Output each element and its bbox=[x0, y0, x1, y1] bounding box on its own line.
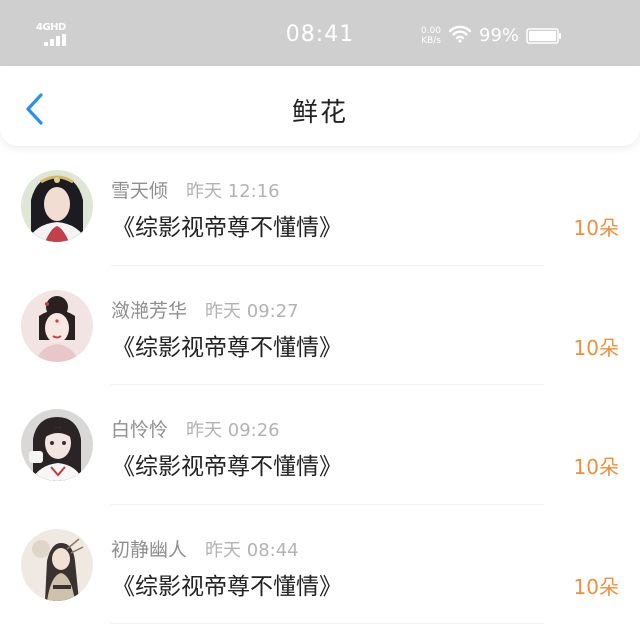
username[interactable]: 初静幽人 bbox=[111, 539, 187, 561]
post-time: 昨天 08:44 bbox=[205, 539, 299, 561]
list-item[interactable]: 雪天倾 昨天 12:16 《综影视帝尊不懂情》 10朵 bbox=[0, 146, 640, 266]
post-time: 昨天 12:16 bbox=[186, 181, 280, 202]
book-title[interactable]: 《综影视帝尊不懂情》 bbox=[112, 567, 342, 601]
avatar[interactable] bbox=[21, 289, 93, 362]
page-title: 鲜花 bbox=[291, 98, 348, 128]
list-item[interactable]: 白怜怜 昨天 09:26 《综影视帝尊不懂情》 10朵 bbox=[0, 385, 640, 505]
wifi-icon bbox=[449, 25, 471, 43]
post-time: 昨天 09:26 bbox=[186, 420, 280, 441]
username[interactable]: 白怜怜 bbox=[111, 419, 168, 441]
nav-bar: 鲜花 bbox=[0, 66, 640, 146]
username[interactable]: 潋滟芳华 bbox=[111, 300, 187, 322]
list-item[interactable]: 潋滟芳华 昨天 09:27 《综影视帝尊不懂情》 10朵 bbox=[0, 266, 640, 385]
flower-count: 10朵 bbox=[573, 455, 619, 479]
list-item[interactable]: 初静幽人 昨天 08:44 《综影视帝尊不懂情》 10朵 bbox=[0, 505, 640, 624]
avatar[interactable] bbox=[21, 528, 93, 601]
username[interactable]: 雪天倾 bbox=[111, 180, 168, 202]
avatar[interactable] bbox=[21, 409, 93, 481]
status-bar: 4GHD 08:41 0.00 KB/s 99% bbox=[0, 0, 640, 66]
flower-count: 10朵 bbox=[573, 216, 619, 240]
book-title[interactable]: 《综影视帝尊不懂情》 bbox=[112, 447, 342, 481]
divider bbox=[111, 623, 544, 624]
book-title[interactable]: 《综影视帝尊不懂情》 bbox=[112, 328, 342, 362]
post-time: 昨天 09:27 bbox=[205, 300, 299, 322]
flower-list: 雪天倾 昨天 12:16 《综影视帝尊不懂情》 10朵 潋滟芳华 昨天 09:27 … bbox=[0, 146, 640, 624]
flower-count: 10朵 bbox=[573, 574, 619, 599]
network-speed-unit: KB/s bbox=[421, 36, 441, 46]
battery-percentage: 99% bbox=[479, 25, 520, 46]
battery-icon bbox=[526, 28, 561, 44]
network-speed: 0.00 KB/s bbox=[418, 26, 444, 46]
network-speed-value: 0.00 bbox=[420, 26, 442, 36]
flower-count: 10朵 bbox=[573, 335, 619, 360]
avatar[interactable] bbox=[21, 170, 93, 242]
book-title[interactable]: 《综影视帝尊不懂情》 bbox=[112, 208, 342, 242]
